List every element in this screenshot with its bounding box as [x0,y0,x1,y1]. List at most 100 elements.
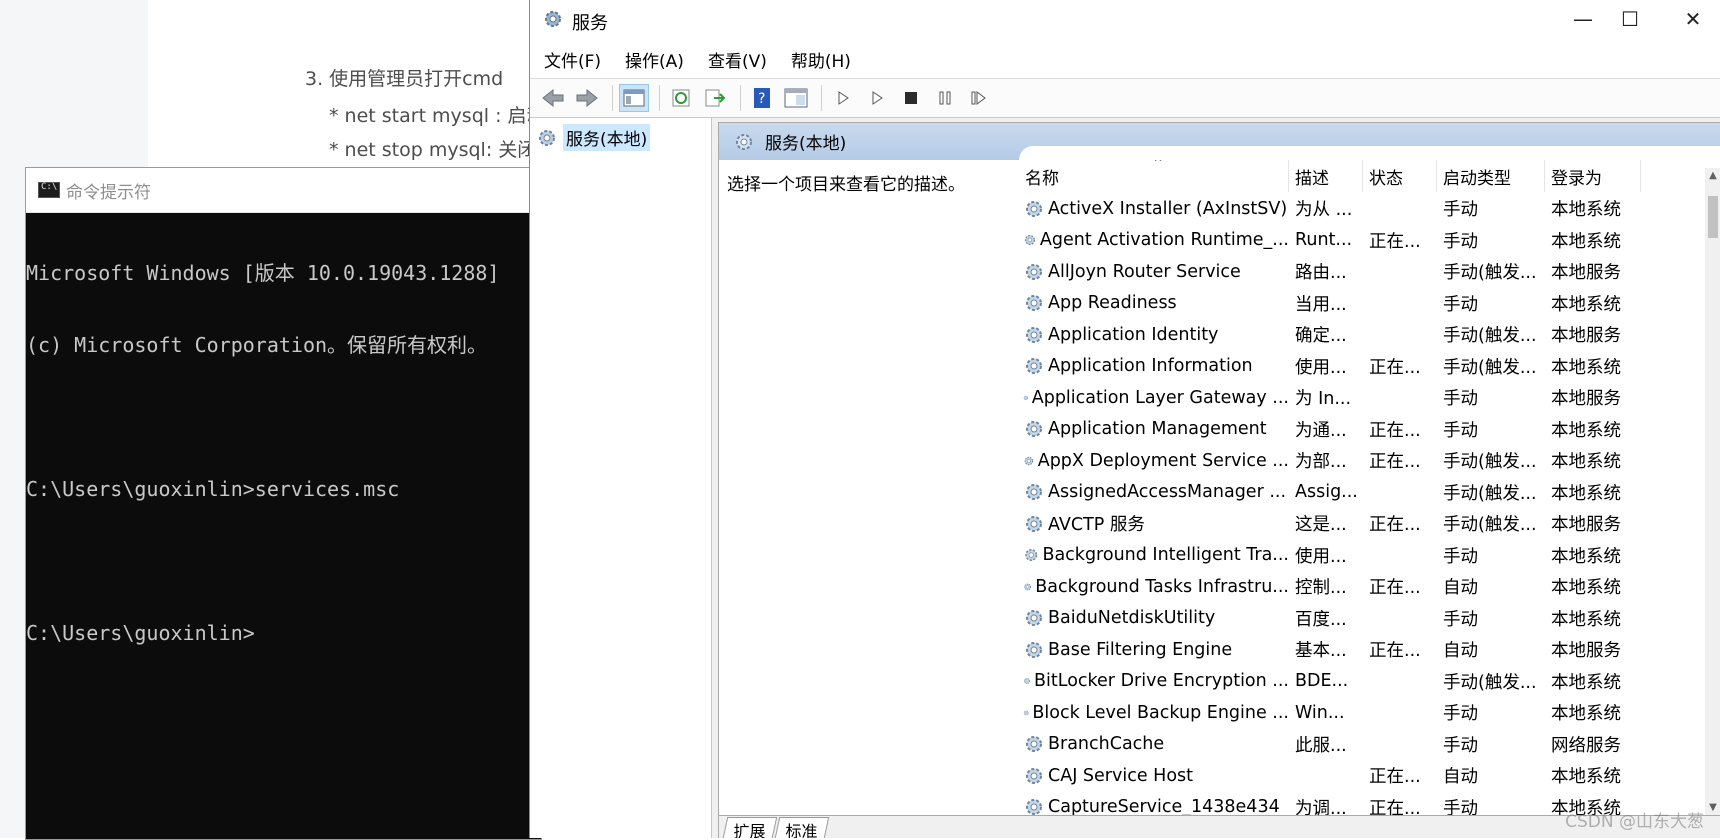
tab-standard[interactable]: 标准 [774,817,830,838]
service-startup-type: 手动(触发... [1443,263,1537,284]
table-row[interactable]: Background Tasks Infrastru... 控制... 正在... 自… [1019,571,1720,603]
service-log-on-as: 本地系统 [1551,420,1621,441]
tree-item-services-local[interactable]: 服务(本地) [536,124,651,151]
cmd-title: 命令提示符 [66,182,151,203]
service-name: CAJ Service Host [1019,765,1289,787]
service-description: 使用... [1295,357,1347,378]
services-window[interactable]: 服务 — ☐ ✕ 文件(F) 操作(A) 查看(V) 帮助(H) ? 服务(本地… [529,0,1720,838]
gear-icon [1026,326,1042,343]
tab-extended[interactable]: 扩展 [722,817,778,838]
service-status: 正在... [1369,452,1421,473]
stop-service-icon[interactable] [896,84,926,112]
table-row[interactable]: Application Layer Gateway ... 为 In... 手动 本地… [1019,382,1720,414]
doc-step-heading: 3. 使用管理员打开cmd [305,68,504,90]
table-row[interactable]: Application Management 为通... 正在... 手动 本地系统 [1019,414,1720,446]
export-list-icon[interactable] [700,84,730,112]
table-row[interactable]: BranchCache 此服... 手动 网络服务 [1019,729,1720,761]
close-button[interactable]: ✕ [1670,4,1716,34]
table-row[interactable]: AllJoyn Router Service 路由... 手动(触发... 本地服务 [1019,256,1720,288]
gear-icon [1026,200,1042,217]
service-name: Background Intelligent Tra... [1019,544,1289,566]
service-log-on-as: 本地服务 [1551,263,1621,284]
service-startup-type: 手动 [1443,704,1478,725]
table-row[interactable]: Base Filtering Engine 基本... 正在... 自动 本地服务 [1019,634,1720,666]
service-name: Background Tasks Infrastru... [1019,576,1289,598]
help-icon[interactable]: ? [747,84,777,112]
menu-file[interactable]: 文件(F) [544,47,601,72]
scroll-up-icon[interactable]: ▲ [1705,168,1720,184]
cmd-window[interactable]: 命令提示符 Microsoft Windows [版本 10.0.19043.1… [25,167,542,840]
table-row[interactable]: AppX Deployment Service ... 为部... 正在... 手动(… [1019,445,1720,477]
service-startup-type: 手动(触发... [1443,452,1537,473]
gear-icon [539,129,555,146]
menu-action[interactable]: 操作(A) [625,47,684,72]
start-service-icon[interactable] [828,84,858,112]
service-status: 正在... [1369,515,1421,536]
menu-view[interactable]: 查看(V) [708,47,767,72]
minimize-button[interactable]: — [1560,4,1606,34]
properties-icon[interactable] [781,84,811,112]
service-startup-type: 自动 [1443,578,1478,599]
gear-icon [1026,610,1042,627]
service-name: Application Layer Gateway ... [1019,387,1289,409]
service-name-label: CAJ Service Host [1048,765,1193,786]
service-status: 正在... [1369,798,1421,816]
table-row[interactable]: BaiduNetdiskUtility 百度... 手动 本地系统 [1019,603,1720,635]
description-pane: 选择一个项目来查看它的描述。 [719,160,1019,816]
refresh-icon[interactable] [666,84,696,112]
scroll-down-icon[interactable]: ▼ [1705,800,1720,816]
service-log-on-as: 本地系统 [1551,767,1621,788]
back-icon[interactable] [538,84,568,112]
services-table[interactable]: ^ 名称 描述 状态 启动类型 登录为 ActiveX Installer (A… [1019,160,1720,816]
service-name-label: Application Identity [1048,324,1219,345]
service-log-on-as: 本地系统 [1551,546,1621,567]
gear-icon [1026,421,1042,438]
service-name: BranchCache [1019,733,1289,755]
table-row[interactable]: Block Level Backup Engine ... Win... 手动 本地系… [1019,697,1720,729]
service-status: 正在... [1369,767,1421,788]
service-startup-type: 自动 [1443,641,1478,662]
cmd-output[interactable]: Microsoft Windows [版本 10.0.19043.1288] (… [26,213,541,693]
vertical-scrollbar[interactable]: ▲ ▼ [1705,168,1720,816]
table-row[interactable]: ActiveX Installer (AxInstSV) 为从 ... 手动 本地系统 [1019,193,1720,225]
show-hide-tree-icon[interactable] [619,84,649,112]
table-row[interactable]: Application Information 使用... 正在... 手动(触发..… [1019,351,1720,383]
cmd-prompt[interactable]: C:\Users\guoxinlin> [26,621,541,645]
column-label: 启动类型 [1443,168,1511,189]
service-name: ActiveX Installer (AxInstSV) [1019,198,1289,220]
service-log-on-as: 本地系统 [1551,578,1621,599]
table-row[interactable]: BitLocker Drive Encryption ... BDE... 手动(触… [1019,666,1720,698]
gear-icon [1023,395,1028,400]
services-titlebar[interactable]: 服务 — ☐ ✕ [530,0,1720,40]
column-header-startup-type[interactable]: 启动类型 [1437,160,1545,192]
service-startup-type: 手动(触发... [1443,326,1537,347]
restart-service-icon[interactable] [964,84,994,112]
maximize-button[interactable]: ☐ [1607,4,1653,34]
column-header-status[interactable]: 状态 [1363,160,1437,192]
service-name-label: Application Management [1048,419,1267,440]
table-row[interactable]: AVCTP 服务 这是... 正在... 手动(触发... 本地服务 [1019,508,1720,540]
table-row[interactable]: App Readiness 当用... 手动 本地系统 [1019,288,1720,320]
service-name-label: App Readiness [1048,293,1177,314]
main-content: 服务(本地) 服务(本地) 选择一个项目来查看它的描述。 ^ 名称 描述 状态 … [530,118,1720,838]
column-header-log-on-as[interactable]: 登录为 [1545,160,1641,192]
table-row[interactable]: Background Intelligent Tra... 使用... 手动 本地系统 [1019,540,1720,572]
toolbar-separator [612,85,613,111]
column-header-name[interactable]: ^ 名称 [1019,160,1289,192]
start-service-alt-icon[interactable] [862,84,892,112]
table-row[interactable]: Application Identity 确定... 手动(触发... 本地服务 [1019,319,1720,351]
service-name: App Readiness [1019,292,1289,314]
sort-ascending-icon: ^ [1153,160,1163,169]
menu-help[interactable]: 帮助(H) [791,47,851,72]
pause-service-icon[interactable] [930,84,960,112]
cmd-titlebar[interactable]: 命令提示符 [26,168,541,213]
table-row[interactable]: CAJ Service Host 正在... 自动 本地系统 [1019,760,1720,792]
table-row[interactable]: Agent Activation Runtime_... Runt... 正在...… [1019,225,1720,257]
forward-icon[interactable] [572,84,602,112]
scrollbar-thumb[interactable] [1708,196,1718,238]
service-name: AllJoyn Router Service [1019,261,1289,283]
column-header-description[interactable]: 描述 [1289,160,1363,192]
gear-icon [1026,484,1042,501]
service-name: Application Identity [1019,324,1289,346]
table-row[interactable]: AssignedAccessManager ... Assig... 手动(触发..… [1019,477,1720,509]
